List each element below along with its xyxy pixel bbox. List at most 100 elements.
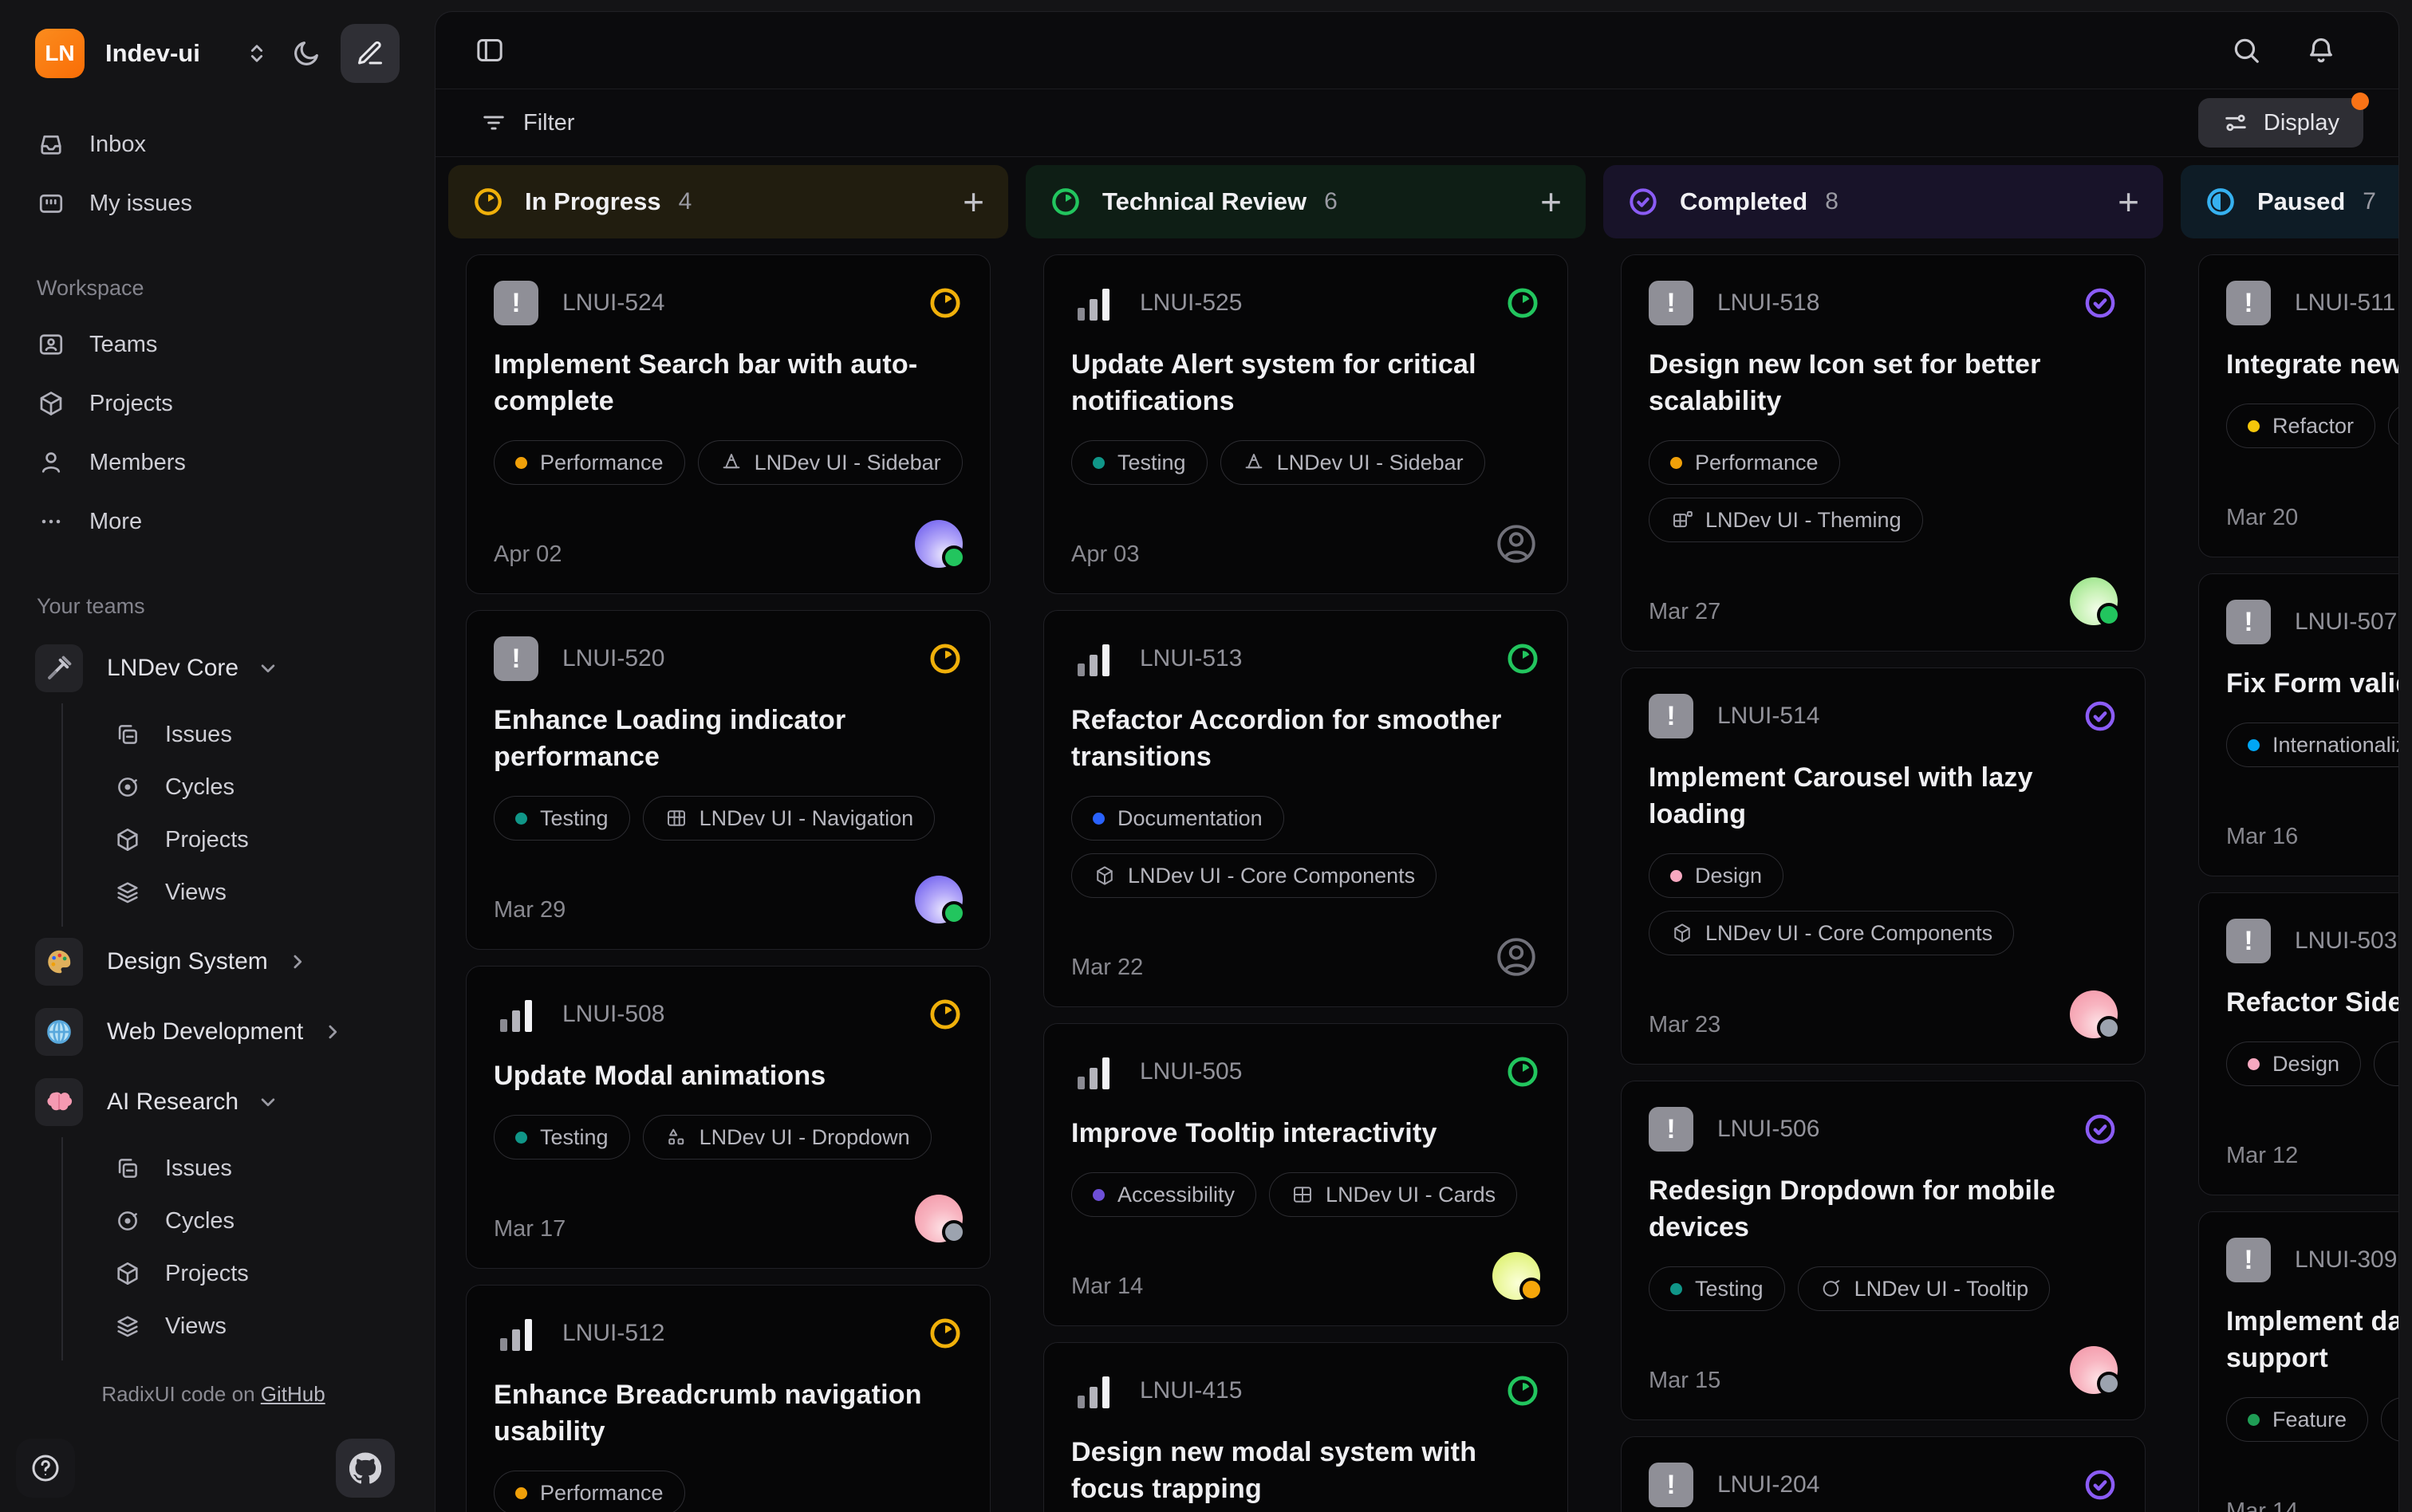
add-issue-button[interactable]: + xyxy=(2118,183,2139,220)
label-pill[interactable]: Design xyxy=(2226,1041,2361,1086)
team-subitem-issues[interactable]: Issues xyxy=(63,1142,427,1195)
team-subitem-cycles[interactable]: Cycles xyxy=(63,761,427,813)
project-pill[interactable]: LNDev UI - Core Components xyxy=(1649,911,2014,955)
label-pill[interactable]: Testing xyxy=(1071,440,1208,485)
chevron-right-icon[interactable] xyxy=(321,1020,345,1044)
issue-card[interactable]: LNUI-525 Update Alert system for critica… xyxy=(1043,254,1568,594)
theme-moon-icon[interactable] xyxy=(291,38,321,69)
project-pill[interactable]: LNDev UI - Tooltip xyxy=(1798,1266,2051,1311)
team-subitem-views[interactable]: Views xyxy=(63,1300,427,1353)
search-icon[interactable] xyxy=(2231,35,2261,65)
team-sublist: IssuesCyclesProjectsViews xyxy=(61,703,427,927)
label-pill[interactable]: Refactor xyxy=(2226,404,2375,448)
my-issues-icon xyxy=(37,189,69,218)
column-title: Technical Review xyxy=(1102,187,1306,216)
workspace-logo[interactable]: LN xyxy=(35,29,85,78)
workspace-switcher-icon[interactable] xyxy=(243,40,270,67)
issue-card[interactable]: !LNUI-524 Implement Search bar with auto… xyxy=(466,254,991,594)
label-pill[interactable]: Feature xyxy=(2226,1397,2368,1442)
label-pill[interactable]: Performance xyxy=(1649,440,1840,485)
issue-status-icon xyxy=(928,285,963,321)
label-text: Performance xyxy=(540,451,664,475)
project-pill[interactable]: LNDev UI - Sidebar xyxy=(1220,440,1485,485)
issue-card[interactable]: !LNUI-204 Optimize animations for smooth… xyxy=(1621,1436,2146,1512)
project-pill[interactable]: LNDev UI - Cards xyxy=(1269,1172,1517,1217)
issue-card[interactable]: !LNUI-507 Fix Form validation logic Inte… xyxy=(2198,573,2398,876)
inbox-icon xyxy=(37,130,69,159)
issue-card[interactable]: !LNUI-520 Enhance Loading indicator perf… xyxy=(466,610,991,950)
issue-card[interactable]: !LNUI-518 Design new Icon set for better… xyxy=(1621,254,2146,652)
sidebar-item-inbox[interactable]: Inbox xyxy=(0,115,427,174)
sidebar-item-my-issues[interactable]: My issues xyxy=(0,174,427,233)
github-button[interactable] xyxy=(336,1439,395,1498)
notifications-bell-icon[interactable] xyxy=(2306,35,2336,65)
label-pill[interactable]: Testing xyxy=(1649,1266,1785,1311)
team-subitem-views[interactable]: Views xyxy=(63,866,427,919)
help-button[interactable] xyxy=(16,1439,75,1498)
team-subitem-projects[interactable]: Projects xyxy=(63,813,427,866)
issue-card[interactable]: LNUI-512 Enhance Breadcrumb navigation u… xyxy=(466,1285,991,1512)
label-text: Documentation xyxy=(1117,806,1263,831)
team-web-development[interactable]: Web Development xyxy=(0,997,427,1067)
sidebar-item-members[interactable]: Members xyxy=(0,433,427,492)
team-subitem-cycles[interactable]: Cycles xyxy=(63,1195,427,1247)
label-pill[interactable]: Design xyxy=(1649,853,1783,898)
issue-card[interactable]: !LNUI-511 Integrate new Select component… xyxy=(2198,254,2398,557)
label-pill[interactable]: Internationalization xyxy=(2226,723,2398,767)
sidebar-item-projects[interactable]: Projects xyxy=(0,374,427,433)
project-pill[interactable]: LNDev UI - Theming xyxy=(1649,498,1923,542)
label-pill[interactable]: Accessibility xyxy=(1071,1172,1256,1217)
issue-card[interactable]: !LNUI-503 Refactor Sidebar for better UX… xyxy=(2198,892,2398,1195)
label-pill[interactable]: Performance xyxy=(494,1471,685,1512)
sidebar-toggle-icon[interactable] xyxy=(474,34,506,66)
priority-urgent-icon: ! xyxy=(2226,281,2271,325)
sidebar-item-teams[interactable]: Teams xyxy=(0,315,427,374)
project-name: LNDev UI - Navigation xyxy=(700,806,914,831)
team-subitem-issues[interactable]: Issues xyxy=(63,708,427,761)
display-button[interactable]: Display xyxy=(2198,98,2363,148)
project-pill[interactable]: LNDev UI - Sidebar xyxy=(2374,1041,2398,1086)
label-pill[interactable]: Documentation xyxy=(1071,796,1284,841)
label-text: Testing xyxy=(540,806,609,831)
chevron-right-icon[interactable] xyxy=(286,950,309,974)
priority-urgent-icon: ! xyxy=(494,636,538,681)
priority-urgent-icon: ! xyxy=(2226,1238,2271,1282)
issue-card[interactable]: LNUI-415 Design new modal system with fo… xyxy=(1043,1342,1568,1512)
label-pill[interactable]: Testing xyxy=(494,1115,630,1160)
issue-card[interactable]: !LNUI-514 Implement Carousel with lazy l… xyxy=(1621,667,2146,1065)
project-pill[interactable]: LNDev UI - Core Components xyxy=(1071,853,1437,898)
issue-card[interactable]: LNUI-505 Improve Tooltip interactivity A… xyxy=(1043,1023,1568,1326)
filter-button[interactable]: Filter xyxy=(480,109,574,136)
team-subitem-projects[interactable]: Projects xyxy=(63,1247,427,1300)
chevron-down-icon[interactable] xyxy=(256,1090,280,1114)
label-pill[interactable]: Performance xyxy=(494,440,685,485)
chevron-down-icon[interactable] xyxy=(256,656,280,680)
sidebar-item-more[interactable]: More xyxy=(0,492,427,551)
issue-status-icon xyxy=(928,1316,963,1351)
issue-card[interactable]: LNUI-508 Update Modal animations Testing… xyxy=(466,966,991,1269)
issue-card[interactable]: LNUI-513 Refactor Accordion for smoother… xyxy=(1043,610,1568,1007)
column-card-list: !LNUI-518 Design new Icon set for better… xyxy=(1603,238,2163,1512)
add-issue-button[interactable]: + xyxy=(963,183,984,220)
project-pill[interactable]: LNDev UI - Data Tables xyxy=(2388,404,2398,448)
project-pill[interactable]: LNDev UI - Sidebar xyxy=(698,440,963,485)
project-pill[interactable]: LNDev UI - Theming xyxy=(2381,1397,2398,1442)
user-icon xyxy=(37,448,69,477)
sidebar-item-label: My issues xyxy=(89,191,192,217)
team-ai-research[interactable]: AI Research xyxy=(0,1067,427,1137)
sidebar-nav: Inbox My issues xyxy=(0,104,427,233)
issue-card[interactable]: !LNUI-506 Redesign Dropdown for mobile d… xyxy=(1621,1081,2146,1420)
team-lndev-core[interactable]: LNDev Core xyxy=(0,633,427,703)
add-issue-button[interactable]: + xyxy=(1540,183,1562,220)
sidebar-item-label: Members xyxy=(89,450,186,476)
workspace-name[interactable]: Indev-ui xyxy=(105,39,223,68)
team-design-system[interactable]: Design System xyxy=(0,927,427,997)
project-pill[interactable]: LNDev UI - Navigation xyxy=(643,796,936,841)
new-issue-button[interactable] xyxy=(341,24,400,83)
project-pill[interactable]: LNDev UI - Dropdown xyxy=(643,1115,932,1160)
issue-card[interactable]: !LNUI-309 Implement dark mode preference… xyxy=(2198,1211,2398,1512)
label-pill[interactable]: Testing xyxy=(494,796,630,841)
column-completed: Completed 8 +!LNUI-518 Design new Icon s… xyxy=(1603,165,2163,1512)
github-link[interactable]: GitHub xyxy=(261,1382,325,1406)
team-name: LNDev Core xyxy=(107,655,238,682)
